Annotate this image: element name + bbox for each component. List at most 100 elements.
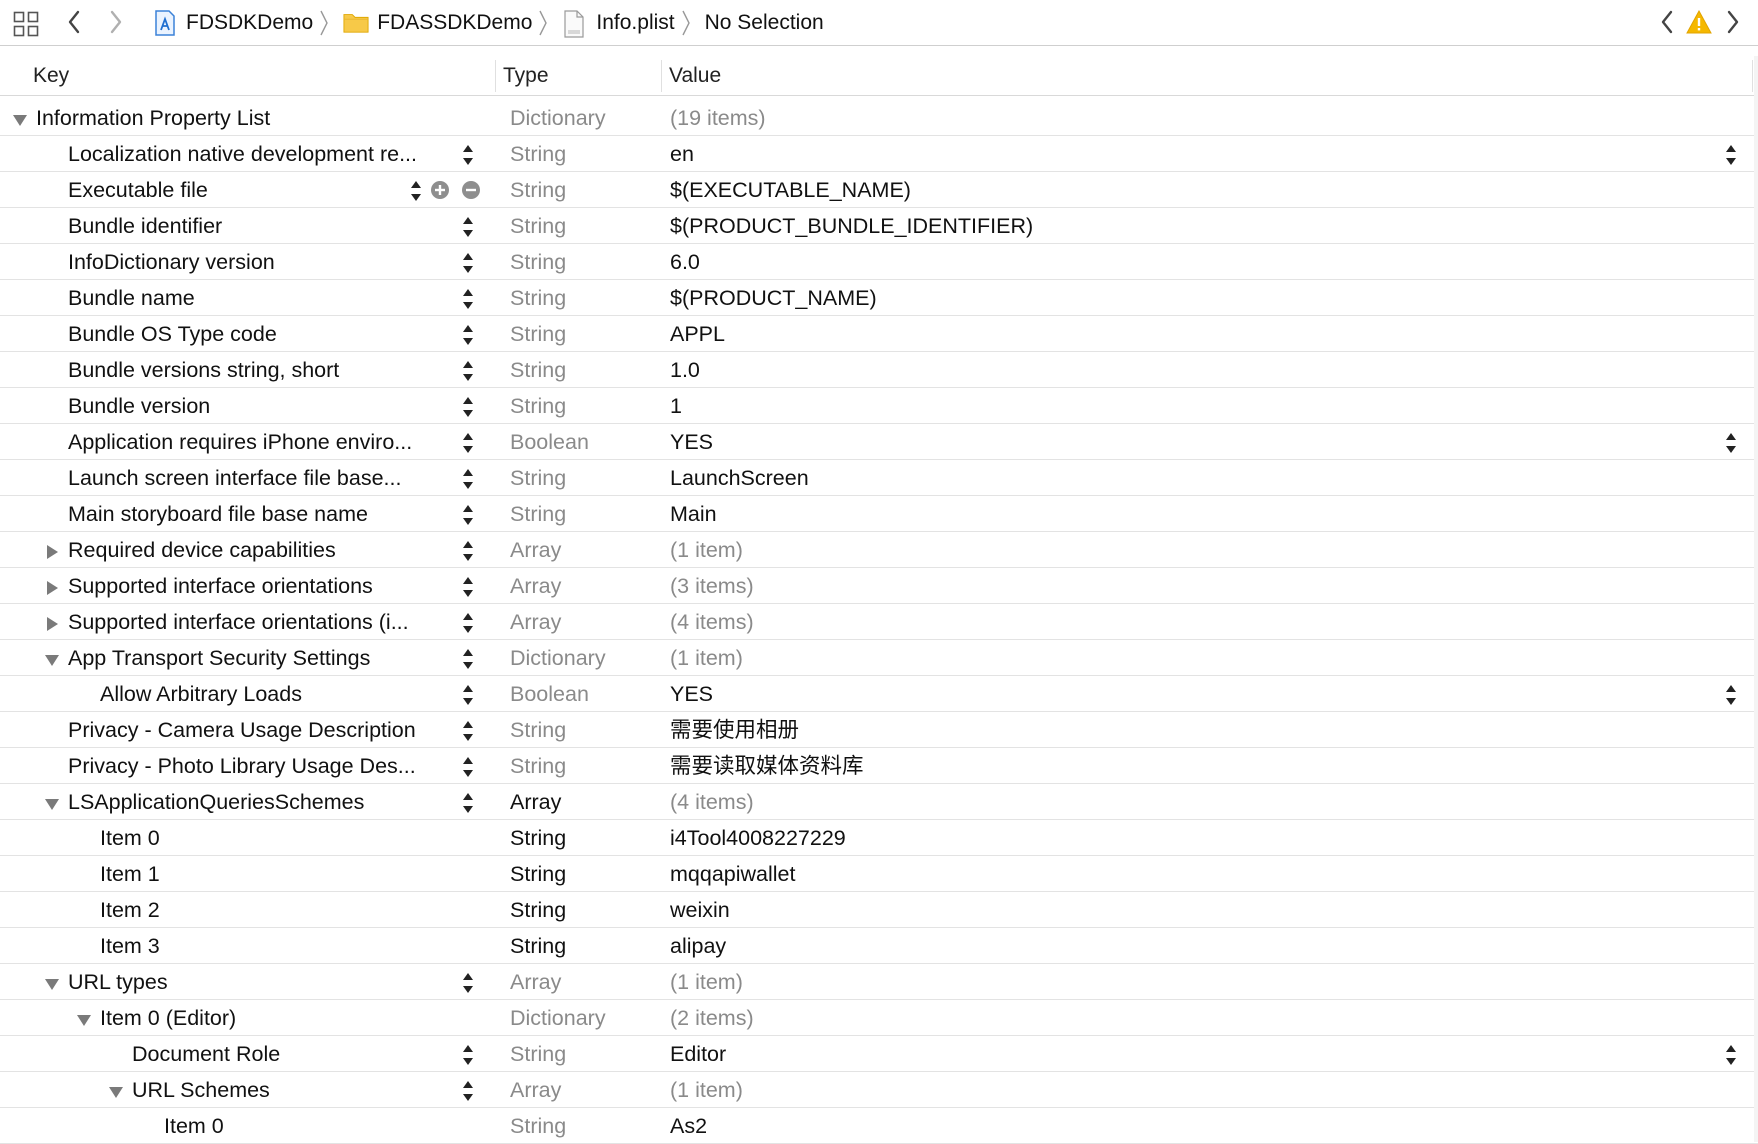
value-popup-stepper-icon[interactable] bbox=[1724, 684, 1738, 706]
plist-value[interactable]: YES bbox=[670, 676, 713, 712]
key-popup-stepper-icon[interactable] bbox=[461, 612, 475, 634]
plist-key[interactable]: InfoDictionary version bbox=[68, 244, 275, 280]
plist-type[interactable]: String bbox=[510, 856, 566, 892]
plist-type[interactable]: String bbox=[510, 388, 566, 424]
plist-key[interactable]: Item 3 bbox=[100, 928, 160, 964]
value-popup-stepper-icon[interactable] bbox=[1724, 1044, 1738, 1066]
plist-value[interactable]: (1 item) bbox=[670, 532, 743, 568]
plist-value[interactable]: APPL bbox=[670, 316, 725, 352]
plist-type[interactable]: Array bbox=[510, 568, 561, 604]
plist-type[interactable]: Dictionary bbox=[510, 640, 606, 676]
plist-value[interactable]: (2 items) bbox=[670, 1000, 754, 1036]
plist-type[interactable]: String bbox=[510, 712, 566, 748]
plist-row[interactable]: Supported interface orientations Array (3 … bbox=[0, 568, 1758, 604]
plist-key[interactable]: Information Property List bbox=[36, 100, 270, 136]
plist-row[interactable]: Localization native development re... Str… bbox=[0, 136, 1758, 172]
plist-row[interactable]: Bundle version String 1 bbox=[0, 388, 1758, 424]
plist-type[interactable]: String bbox=[510, 1036, 566, 1072]
plist-value[interactable]: (4 items) bbox=[670, 784, 754, 820]
plist-value[interactable]: Main bbox=[670, 496, 717, 532]
plist-row[interactable]: Item 0 String As2 bbox=[0, 1108, 1758, 1144]
key-popup-stepper-icon[interactable] bbox=[461, 1044, 475, 1066]
key-popup-stepper-icon[interactable] bbox=[409, 180, 423, 202]
plist-row[interactable]: Bundle identifier String $(PRODUCT_BUNDLE_… bbox=[0, 208, 1758, 244]
plist-value[interactable]: (19 items) bbox=[670, 100, 766, 136]
breadcrumb-project[interactable]: FDSDKDemo bbox=[152, 0, 313, 46]
plist-row[interactable]: Item 3 String alipay bbox=[0, 928, 1758, 964]
plist-key[interactable]: Item 0 bbox=[164, 1108, 224, 1144]
plist-key[interactable]: URL Schemes bbox=[132, 1072, 270, 1108]
plist-row[interactable]: Bundle versions string, short String 1.0 bbox=[0, 352, 1758, 388]
plist-value[interactable]: (4 items) bbox=[670, 604, 754, 640]
plist-type[interactable]: String bbox=[510, 748, 566, 784]
chevron-left-icon[interactable] bbox=[1654, 8, 1680, 36]
plist-key[interactable]: Privacy - Photo Library Usage Des... bbox=[68, 748, 416, 784]
disclosure-triangle-expanded-icon[interactable] bbox=[76, 1010, 92, 1026]
plist-row[interactable]: URL types Array (1 item) bbox=[0, 964, 1758, 1000]
disclosure-triangle-expanded-icon[interactable] bbox=[12, 110, 28, 126]
breadcrumb-group[interactable]: FDASSDKDemo bbox=[343, 0, 532, 46]
plist-row[interactable]: Item 1 String mqqapiwallet bbox=[0, 856, 1758, 892]
remove-row-icon[interactable] bbox=[461, 180, 481, 200]
plist-key[interactable]: Main storyboard file base name bbox=[68, 496, 368, 532]
column-header-value[interactable]: Value bbox=[669, 56, 721, 96]
plist-value[interactable]: YES bbox=[670, 424, 713, 460]
plist-type[interactable]: String bbox=[510, 208, 566, 244]
plist-type[interactable]: String bbox=[510, 316, 566, 352]
plist-value[interactable]: $(EXECUTABLE_NAME) bbox=[670, 172, 911, 208]
key-popup-stepper-icon[interactable] bbox=[461, 720, 475, 742]
plist-value[interactable]: 需要读取媒体资料库 bbox=[670, 748, 864, 784]
plist-value[interactable]: mqqapiwallet bbox=[670, 856, 795, 892]
plist-row[interactable]: Privacy - Camera Usage Description String… bbox=[0, 712, 1758, 748]
plist-row[interactable]: Item 0 (Editor) Dictionary (2 items) bbox=[0, 1000, 1758, 1036]
plist-row[interactable]: Supported interface orientations (i... Ar… bbox=[0, 604, 1758, 640]
plist-value[interactable]: (1 item) bbox=[670, 1072, 743, 1108]
warning-triangle-icon[interactable] bbox=[1686, 8, 1712, 36]
plist-type[interactable]: String bbox=[510, 352, 566, 388]
key-popup-stepper-icon[interactable] bbox=[461, 360, 475, 382]
chevron-right-icon[interactable] bbox=[104, 8, 128, 36]
disclosure-triangle-expanded-icon[interactable] bbox=[44, 794, 60, 810]
key-popup-stepper-icon[interactable] bbox=[461, 468, 475, 490]
key-popup-stepper-icon[interactable] bbox=[461, 648, 475, 670]
plist-row[interactable]: Bundle OS Type code String APPL bbox=[0, 316, 1758, 352]
plist-type[interactable]: String bbox=[510, 1108, 566, 1144]
plist-value[interactable]: Editor bbox=[670, 1036, 726, 1072]
plist-key[interactable]: Supported interface orientations bbox=[68, 568, 373, 604]
plist-row[interactable]: Launch screen interface file base... Stri… bbox=[0, 460, 1758, 496]
plist-key[interactable]: Localization native development re... bbox=[68, 136, 417, 172]
plist-row[interactable]: Bundle name String $(PRODUCT_NAME) bbox=[0, 280, 1758, 316]
key-popup-stepper-icon[interactable] bbox=[461, 684, 475, 706]
key-popup-stepper-icon[interactable] bbox=[461, 504, 475, 526]
plist-type[interactable]: String bbox=[510, 136, 566, 172]
plist-key[interactable]: Item 0 (Editor) bbox=[100, 1000, 236, 1036]
plist-type[interactable]: String bbox=[510, 892, 566, 928]
add-row-icon[interactable] bbox=[430, 180, 450, 200]
plist-value[interactable]: LaunchScreen bbox=[670, 460, 809, 496]
plist-value[interactable]: alipay bbox=[670, 928, 726, 964]
key-popup-stepper-icon[interactable] bbox=[461, 1080, 475, 1102]
plist-type[interactable]: String bbox=[510, 280, 566, 316]
plist-value[interactable]: (3 items) bbox=[670, 568, 754, 604]
breadcrumb-file[interactable]: Info.plist bbox=[562, 0, 675, 46]
plist-type[interactable]: String bbox=[510, 928, 566, 964]
plist-key[interactable]: Executable file bbox=[68, 172, 208, 208]
disclosure-triangle-collapsed-icon[interactable] bbox=[44, 578, 60, 595]
column-divider[interactable] bbox=[495, 60, 496, 92]
column-header-key[interactable]: Key bbox=[33, 56, 69, 96]
plist-row[interactable]: Executable file String $(EXECUTABLE_NAME) bbox=[0, 172, 1758, 208]
plist-key[interactable]: Bundle version bbox=[68, 388, 210, 424]
plist-value[interactable]: $(PRODUCT_BUNDLE_IDENTIFIER) bbox=[670, 208, 1033, 244]
plist-key[interactable]: Document Role bbox=[132, 1036, 280, 1072]
plist-value[interactable]: 1 bbox=[670, 388, 682, 424]
key-popup-stepper-icon[interactable] bbox=[461, 972, 475, 994]
plist-value[interactable]: (1 item) bbox=[670, 964, 743, 1000]
plist-type[interactable]: String bbox=[510, 244, 566, 280]
plist-row[interactable]: LSApplicationQueriesSchemes Array (4 items… bbox=[0, 784, 1758, 820]
vertical-scrollbar[interactable] bbox=[1754, 56, 1758, 1142]
plist-key[interactable]: LSApplicationQueriesSchemes bbox=[68, 784, 364, 820]
plist-key[interactable]: Required device capabilities bbox=[68, 532, 336, 568]
plist-value[interactable]: As2 bbox=[670, 1108, 707, 1144]
plist-key[interactable]: Bundle name bbox=[68, 280, 195, 316]
plist-type[interactable]: String bbox=[510, 172, 566, 208]
